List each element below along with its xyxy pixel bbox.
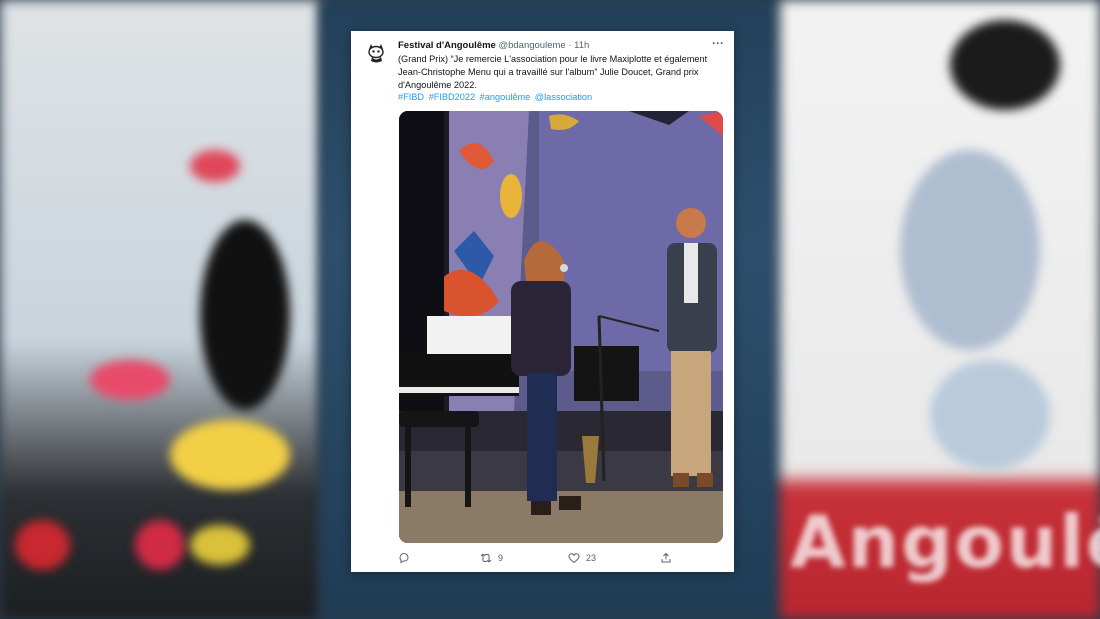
tweet-text: (Grand Prix) “Je remercie L'association … [398, 54, 708, 90]
festival-cat-logo-icon [363, 40, 389, 66]
more-icon[interactable]: ··· [712, 36, 724, 50]
background-shape [190, 150, 240, 182]
tweet-timestamp[interactable]: 11h [574, 40, 589, 51]
hashtag-list: #FIBD #FIBD2022 #angoulême @lassociation [398, 91, 724, 104]
background-shape [190, 525, 250, 565]
stage-photo-illustration [399, 111, 723, 543]
tweet-card[interactable]: Festival d'Angoulême @bdangouleme · 11h … [351, 31, 734, 572]
background-shape [900, 150, 1040, 350]
background-shape [15, 520, 70, 570]
tweet-photo[interactable] [399, 111, 723, 543]
background-shape [950, 20, 1060, 110]
background-poster-title: Angoulê [790, 500, 1100, 584]
background-shape [135, 520, 185, 570]
share-button[interactable] [660, 552, 672, 564]
account-handle[interactable]: @bdangouleme [498, 40, 565, 51]
retweet-count: 9 [498, 553, 504, 563]
retweet-button[interactable]: 9 [480, 552, 503, 564]
hashtag-link[interactable]: #FIBD2022 [429, 92, 475, 102]
reply-icon [399, 552, 409, 564]
mention-link[interactable]: @lassociation [535, 92, 592, 102]
separator-dot: · [568, 40, 572, 51]
like-icon [568, 553, 580, 564]
background-shape [90, 360, 170, 400]
like-count: 23 [586, 553, 597, 563]
avatar[interactable] [363, 40, 389, 66]
background-shape [200, 220, 290, 410]
hashtag-link[interactable]: #FIBD [398, 92, 424, 102]
share-icon [661, 552, 671, 563]
retweet-icon [480, 553, 492, 563]
hashtag-link[interactable]: #angoulême [480, 92, 531, 102]
background-shape [170, 420, 290, 490]
tweet-text-block: (Grand Prix) “Je remercie L'association … [398, 53, 724, 104]
account-name[interactable]: Festival d'Angoulême [398, 40, 496, 51]
reply-button[interactable] [398, 552, 416, 564]
background-shape [930, 360, 1050, 470]
tweet-header: Festival d'Angoulême @bdangouleme · 11h [398, 39, 724, 53]
tweet-action-bar: 9 23 [398, 552, 724, 568]
like-button[interactable]: 23 [568, 552, 596, 564]
